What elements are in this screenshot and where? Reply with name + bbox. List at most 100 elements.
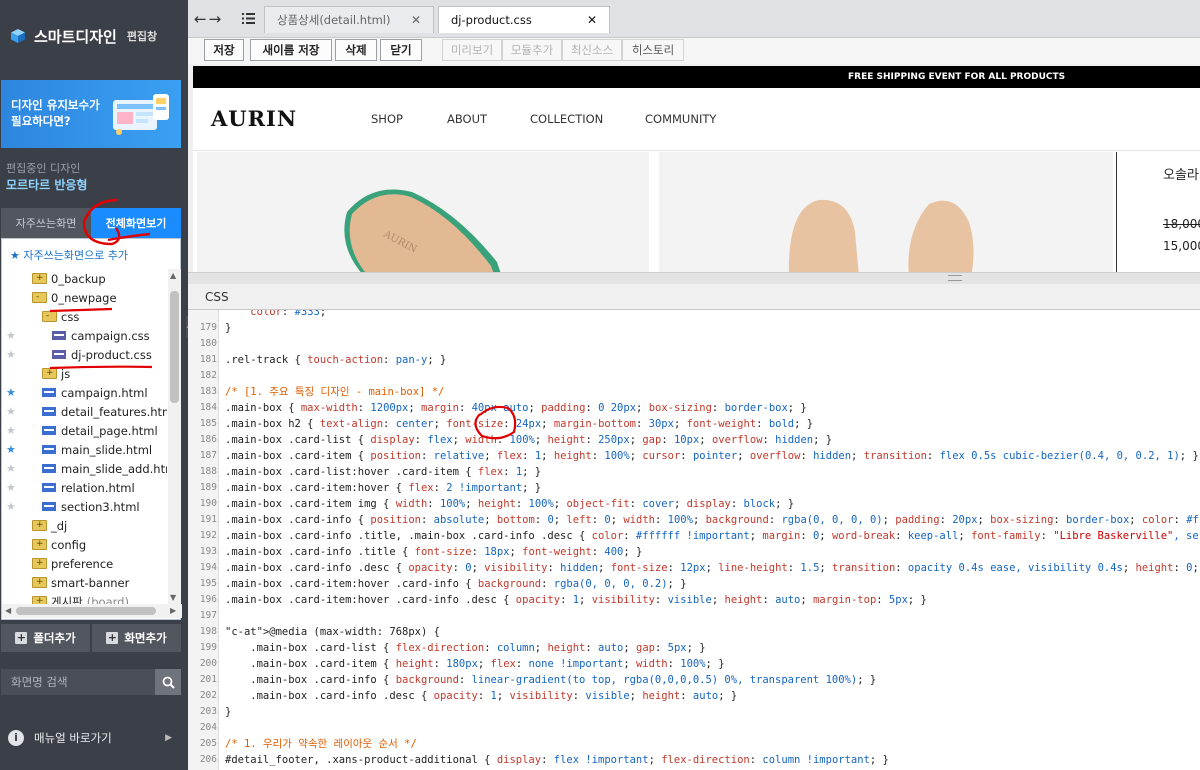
tree-item[interactable]: ★ relation.html [6, 478, 135, 497]
add-folder-button[interactable]: + 폴더추가 [1, 624, 90, 652]
code-line[interactable]: 199 .main-box .card-list { flex-directio… [188, 640, 1200, 656]
nav-collection[interactable]: COLLECTION [530, 112, 603, 126]
code-line[interactable]: 182 [188, 368, 1200, 384]
tree-horizontal-scrollbar[interactable]: ◀ ▶ [2, 604, 182, 618]
add-to-favorites-link[interactable]: ★ 자주쓰는화면으로 추가 [10, 247, 128, 263]
favorite-star-icon[interactable]: ★ [6, 462, 18, 475]
screen-search-input[interactable]: 화면명 검색 [1, 669, 155, 695]
code-line[interactable]: 191 .main-box .card-info { position: abso… [188, 512, 1200, 528]
product-image-left[interactable]: AURIN [197, 152, 649, 272]
tab-detail-html[interactable]: 상품상세(detail.html) ✕ [264, 6, 434, 33]
code-line[interactable]: 181 .rel-track { touch-action: pan-y; } [188, 352, 1200, 368]
favorite-star-icon[interactable]: ★ [6, 481, 18, 494]
history-button[interactable]: 히스토리 [622, 39, 684, 61]
code-line[interactable]: 206 #detail_footer, .xans-product-additio… [188, 752, 1200, 768]
code-line[interactable]: 192 .main-box .card-info .title, .main-bo… [188, 528, 1200, 544]
close-button[interactable]: 닫기 [380, 39, 422, 61]
code-line[interactable]: 183 /* [1. 주요 특징 디자인 - main-box] */ [188, 384, 1200, 400]
code-line[interactable]: 202 .main-box .card-info .desc { opacity… [188, 688, 1200, 704]
css-code-editor[interactable]: color: #333; 179} 180 181 .rel-track { touch… [188, 310, 1200, 770]
product-image-right[interactable] [659, 152, 1113, 272]
code-line[interactable]: 197 [188, 608, 1200, 624]
code-line[interactable]: 193 .main-box .card-info .title { font-si… [188, 544, 1200, 560]
code-line[interactable]: 201 .main-box .card-info { background: l… [188, 672, 1200, 688]
tree-item[interactable]: ★ main_slide.html [6, 440, 152, 459]
code-line[interactable]: 194 .main-box .card-info .desc { opacity:… [188, 560, 1200, 576]
tab-favorites[interactable]: 자주쓰는화면 [1, 208, 91, 238]
favorite-star-icon[interactable]: ★ [6, 443, 18, 456]
tree-item[interactable]: +0_backup [32, 269, 106, 288]
save-button[interactable]: 저장 [204, 39, 244, 61]
code-line[interactable]: 184 .main-box { max-width: 1200px; margin… [188, 400, 1200, 416]
code-line[interactable]: 196 .main-box .card-item:hover .card-info… [188, 592, 1200, 608]
delete-button[interactable]: 삭제 [335, 39, 377, 61]
favorite-star-icon[interactable]: ★ [6, 405, 18, 418]
latest-source-button[interactable]: 최신소스 [562, 39, 622, 61]
brand-header[interactable]: 스마트디자인 편집창 [0, 0, 188, 72]
favorite-star-icon[interactable]: ★ [6, 348, 18, 361]
tree-item[interactable]: + preference [32, 554, 113, 573]
code-line[interactable]: 185 .main-box h2 { text-align: center; fo… [188, 416, 1200, 432]
nav-arrows-icon[interactable]: ←→ [194, 10, 223, 28]
tree-item[interactable]: - css [42, 307, 79, 326]
pane-splitter[interactable] [188, 272, 1200, 284]
save-as-button[interactable]: 새이름 저장 [250, 39, 332, 61]
tree-item[interactable]: ★ detail_page.html [6, 421, 158, 440]
tree-item[interactable]: ★ section3.html [6, 497, 140, 516]
tree-item[interactable]: -0_newpage [32, 288, 117, 307]
scroll-left-icon[interactable]: ◀ [5, 606, 11, 615]
code-line[interactable]: 190 .main-box .card-item img { width: 100… [188, 496, 1200, 512]
code-line[interactable]: 203} [188, 704, 1200, 720]
tree-item[interactable]: + smart-banner [32, 573, 129, 592]
code-line[interactable]: 186 .main-box .card-list { display: flex;… [188, 432, 1200, 448]
add-module-button[interactable]: 모듈추가 [502, 39, 562, 61]
tree-item[interactable]: + _dj [32, 516, 67, 535]
code-line[interactable]: 200 .main-box .card-item { height: 180px… [188, 656, 1200, 672]
maintenance-banner[interactable]: 디자인 유지보수가 필요하다면? [1, 80, 181, 148]
favorite-star-icon[interactable]: ★ [6, 500, 18, 513]
code-line[interactable]: 180 [188, 336, 1200, 352]
tab-all-screens[interactable]: 전체화면보기 [91, 208, 181, 238]
tree-item[interactable]: ★ main_slide_add.html [6, 459, 167, 478]
nav-about[interactable]: ABOUT [447, 112, 487, 126]
code-line[interactable]: 179} [188, 320, 1200, 336]
scroll-right-icon[interactable]: ▶ [170, 606, 176, 615]
preview-button[interactable]: 미리보기 [442, 39, 502, 61]
splitter-grip-icon[interactable] [948, 275, 962, 281]
favorite-star-icon[interactable]: ★ [6, 329, 18, 342]
search-button[interactable] [155, 669, 181, 695]
code-line[interactable]: color: #333; [188, 310, 1200, 320]
store-logo[interactable]: AURIN [211, 106, 297, 131]
manual-link[interactable]: i 매뉴얼 바로가기 ▶ [8, 728, 178, 748]
tab-dj-product-css[interactable]: dj-product.css ✕ [438, 6, 610, 33]
add-screen-button[interactable]: + 화면추가 [92, 624, 181, 652]
tree-item[interactable]: ★ campaign.html [6, 383, 148, 402]
tree-item[interactable]: ★ detail_features.html [6, 402, 167, 421]
code-text: } [225, 706, 232, 718]
folder-icon: + [32, 520, 47, 531]
favorite-star-icon[interactable]: ★ [6, 386, 18, 399]
code-line[interactable]: 189 .main-box .card-item:hover { flex: 2 … [188, 480, 1200, 496]
tree-item[interactable]: + js [42, 364, 70, 383]
nav-community[interactable]: COMMUNITY [645, 112, 716, 126]
code-line[interactable]: 187 .main-box .card-item { position: rela… [188, 448, 1200, 464]
close-icon[interactable]: ✕ [587, 13, 597, 27]
tree-item[interactable]: ★ campaign.css [6, 326, 150, 345]
tree-hscroll-thumb[interactable] [16, 607, 156, 615]
code-line[interactable]: 204 [188, 720, 1200, 736]
scroll-down-icon[interactable]: ▼ [170, 593, 176, 602]
editing-design-name[interactable]: 모르타르 반응형 [6, 176, 87, 193]
code-line[interactable]: 205 /* 1. 우리가 약속한 레이아웃 순서 */ [188, 736, 1200, 752]
list-icon[interactable] [242, 13, 255, 24]
nav-shop[interactable]: SHOP [371, 112, 403, 126]
tree-vertical-scrollbar[interactable]: ▲ ▼ [168, 269, 181, 604]
code-line[interactable]: 198 "c-at">@media (max-width: 768px) { [188, 624, 1200, 640]
code-line[interactable]: 188 .main-box .card-list:hover .card-item… [188, 464, 1200, 480]
tree-scroll-thumb[interactable] [170, 291, 179, 403]
close-icon[interactable]: ✕ [411, 13, 421, 27]
favorite-star-icon[interactable]: ★ [6, 424, 18, 437]
tree-item[interactable]: ★ dj-product.css [6, 345, 152, 364]
tree-item[interactable]: + config [32, 535, 86, 554]
scroll-up-icon[interactable]: ▲ [170, 271, 176, 280]
code-line[interactable]: 195 .main-box .card-item:hover .card-info… [188, 576, 1200, 592]
